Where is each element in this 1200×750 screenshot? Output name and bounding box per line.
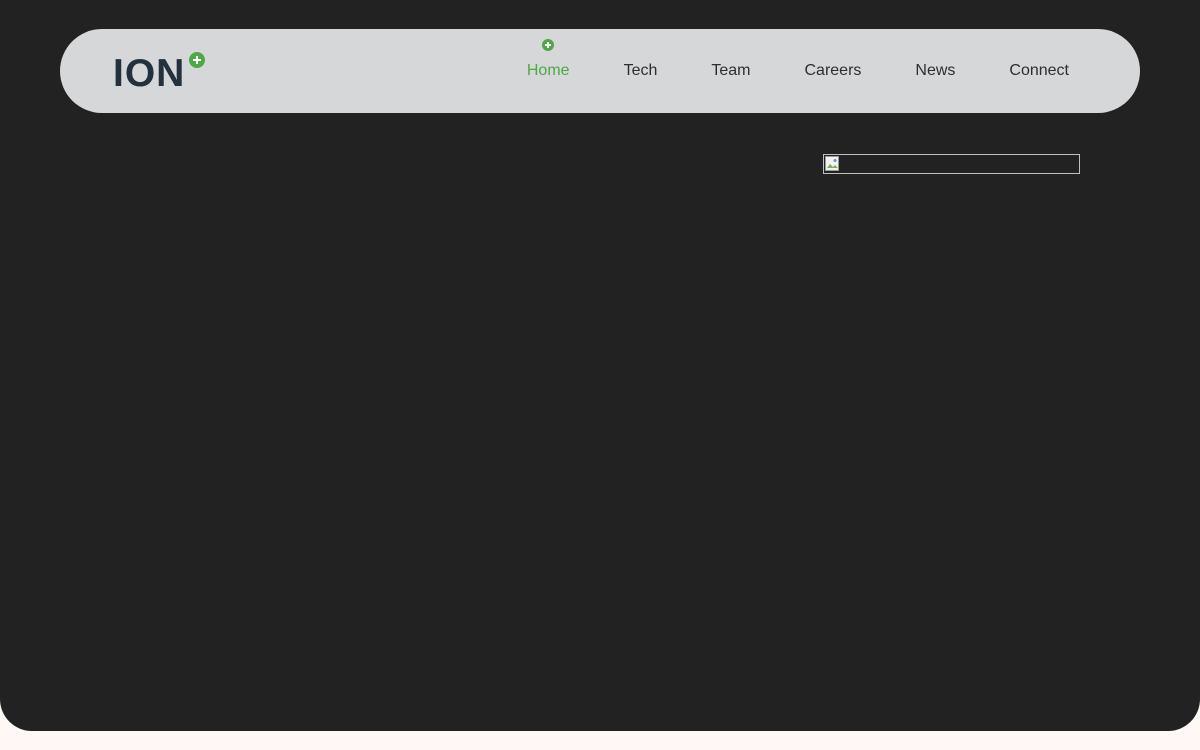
nav-item-connect[interactable]: Connect <box>982 29 1096 113</box>
hero-section: ION Home Tech Team Careers News Connect <box>0 0 1200 731</box>
plus-circle-icon <box>189 52 205 68</box>
plus-circle-icon <box>542 39 555 51</box>
nav-item-label: Tech <box>623 62 658 79</box>
nav-item-label: Home <box>526 62 570 79</box>
broken-image-icon <box>825 156 839 171</box>
nav-item-label: Team <box>711 62 751 79</box>
navbar: ION Home Tech Team Careers News Connect <box>60 29 1140 113</box>
logo[interactable]: ION <box>113 52 205 96</box>
hero-image <box>823 154 1080 174</box>
nav-item-careers[interactable]: Careers <box>777 29 888 113</box>
nav-item-label: Connect <box>1009 62 1069 79</box>
nav-item-news[interactable]: News <box>888 29 982 113</box>
nav-item-tech[interactable]: Tech <box>597 29 685 113</box>
nav-item-label: Careers <box>804 62 862 79</box>
nav-item-label: News <box>915 62 956 79</box>
nav-item-home[interactable]: Home <box>500 29 597 113</box>
nav-item-team[interactable]: Team <box>684 29 777 113</box>
logo-text: ION <box>113 52 186 95</box>
main-nav: Home Tech Team Careers News Connect <box>500 29 1096 113</box>
